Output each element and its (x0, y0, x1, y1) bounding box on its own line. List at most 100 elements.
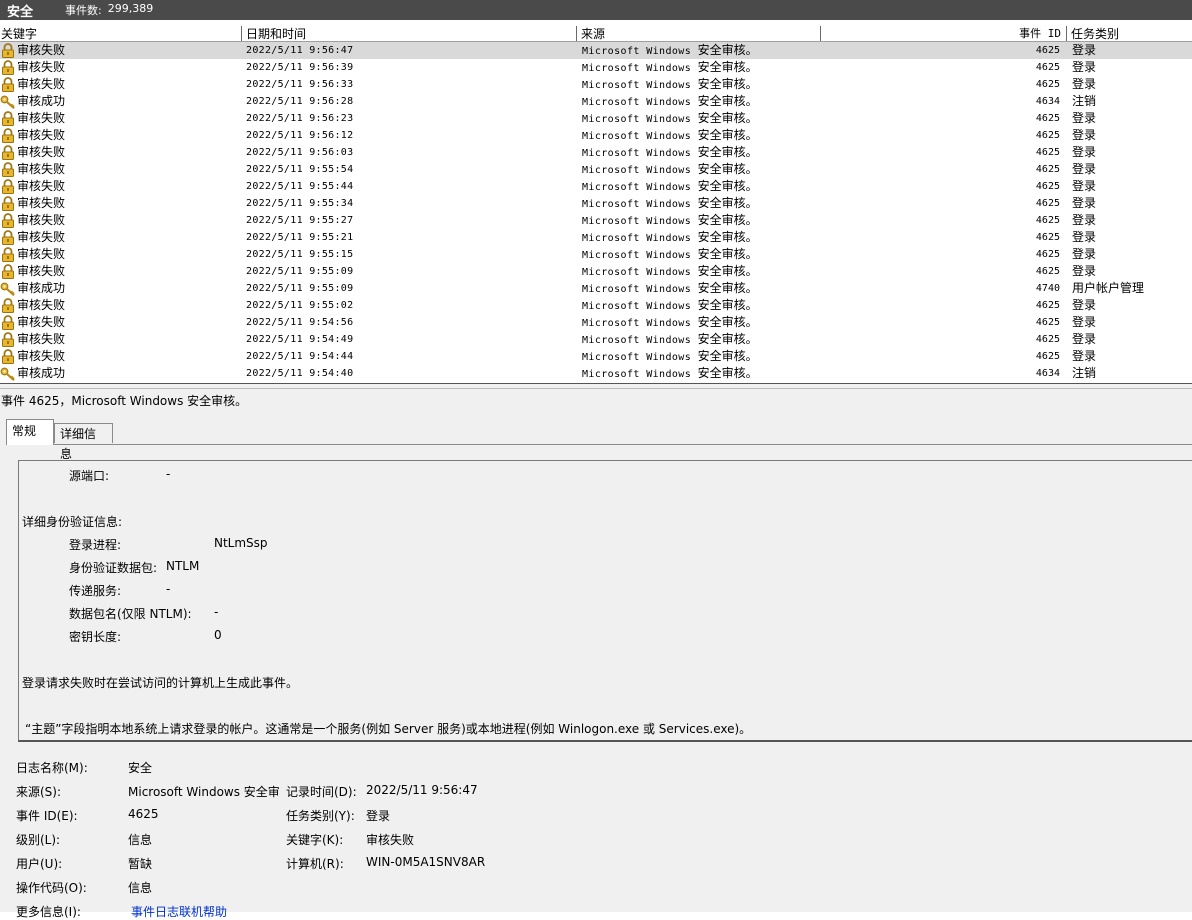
event-row[interactable]: 审核失败 2022/5/11 9:56:39 Microsoft Windows 安… (0, 59, 1192, 76)
event-list-header: 关键字 日期和时间 来源 事件 ID 任务类别 (0, 26, 1192, 42)
source-cell: Microsoft Windows 安全审核。 (582, 297, 822, 314)
auth-package-label: 身份验证数据包: (69, 561, 158, 575)
keyword-text: 审核失败 (17, 349, 66, 363)
datetime-cell: 2022/5/11 9:55:21 (246, 232, 354, 243)
event-id-cell: 4625 (1035, 62, 1060, 73)
source-cn: 安全审核。 (697, 264, 758, 278)
source-port-label: 源端口: (69, 469, 110, 483)
keyword-text: 审核失败 (17, 162, 66, 176)
source-cell: Microsoft Windows 安全审核。 (582, 110, 822, 127)
lock-icon (0, 162, 16, 178)
event-id-cell: 4740 (1035, 283, 1060, 294)
event-row[interactable]: 审核失败 2022/5/11 9:56:23 Microsoft Windows 安… (0, 110, 1192, 127)
event-list[interactable]: 关键字 日期和时间 来源 事件 ID 任务类别 审核失败 2022/5/11 9:… (0, 23, 1192, 383)
event-count-label: 事件数: (65, 4, 102, 17)
lock-icon (0, 77, 16, 93)
datetime-cell: 2022/5/11 9:55:09 (246, 266, 354, 277)
event-row[interactable]: 审核失败 2022/5/11 9:55:54 Microsoft Windows 安… (0, 161, 1192, 178)
category-cell: 登录 (1072, 145, 1097, 159)
event-id-value: 4625 (128, 807, 159, 821)
column-header-datetime[interactable]: 日期和时间 (241, 26, 576, 41)
event-row[interactable]: 审核失败 2022/5/11 9:55:27 Microsoft Windows 安… (0, 212, 1192, 229)
source-cn: 安全审核。 (697, 162, 758, 176)
event-row[interactable]: 审核失败 2022/5/11 9:55:21 Microsoft Windows 安… (0, 229, 1192, 246)
event-row[interactable]: 审核失败 2022/5/11 9:54:44 Microsoft Windows 安… (0, 348, 1192, 365)
column-header-keyword[interactable]: 关键字 (0, 26, 241, 41)
description-paragraph-1: 登录请求失败时在尝试访问的计算机上生成此事件。 (22, 676, 299, 690)
event-row[interactable]: 审核失败 2022/5/11 9:54:49 Microsoft Windows 安… (0, 331, 1192, 348)
event-id-cell: 4625 (1035, 334, 1060, 345)
event-row[interactable]: 审核失败 2022/5/11 9:56:33 Microsoft Windows 安… (0, 76, 1192, 93)
description-paragraph-2: “主题”字段指明本地系统上请求登录的帐户。这通常是一个服务(例如 Server … (25, 722, 752, 736)
log-title-bar: 安全 事件数: 299,389 (0, 0, 1192, 20)
datetime-cell: 2022/5/11 9:56:23 (246, 113, 354, 124)
event-row[interactable]: 审核失败 2022/5/11 9:56:03 Microsoft Windows 安… (0, 144, 1192, 161)
event-id-cell: 4625 (1035, 351, 1060, 362)
keyword-text: 审核失败 (17, 128, 66, 142)
datetime-cell: 2022/5/11 9:56:03 (246, 147, 354, 158)
computer-label: 计算机(R): (286, 857, 344, 871)
datetime-cell: 2022/5/11 9:56:39 (246, 62, 354, 73)
datetime-cell: 2022/5/11 9:55:34 (246, 198, 354, 209)
datetime-cell: 2022/5/11 9:54:44 (246, 351, 354, 362)
lock-icon (0, 111, 16, 127)
tab-details[interactable]: 详细信息 (54, 423, 113, 461)
source-cn: 安全审核。 (697, 43, 758, 57)
event-id-cell: 4625 (1035, 164, 1060, 175)
event-row[interactable]: 审核失败 2022/5/11 9:55:15 Microsoft Windows 安… (0, 246, 1192, 263)
event-row[interactable]: 审核失败 2022/5/11 9:55:09 Microsoft Windows 安… (0, 263, 1192, 280)
event-id-cell: 4625 (1035, 317, 1060, 328)
source-cell: Microsoft Windows 安全审核。 (582, 229, 822, 246)
event-row[interactable]: 审核失败 2022/5/11 9:55:34 Microsoft Windows 安… (0, 195, 1192, 212)
source-cn: 安全审核。 (697, 94, 758, 108)
event-id-cell: 4625 (1035, 45, 1060, 56)
datetime-cell: 2022/5/11 9:55:44 (246, 181, 354, 192)
column-header-category[interactable]: 任务类别 (1066, 26, 1192, 41)
category-cell: 注销 (1072, 366, 1097, 380)
source-cell: Microsoft Windows 安全审核。 (582, 246, 822, 263)
key-icon (0, 94, 16, 110)
column-header-event-id[interactable]: 事件 ID (820, 26, 1066, 41)
source-cn: 安全审核。 (697, 128, 758, 142)
event-row[interactable]: 审核成功 2022/5/11 9:54:40 Microsoft Windows 安… (0, 365, 1192, 382)
source-en: Microsoft Windows (582, 46, 692, 57)
event-row[interactable]: 审核成功 2022/5/11 9:55:09 Microsoft Windows 安… (0, 280, 1192, 297)
keyword-cell: 审核失败 (0, 229, 240, 246)
keyword-cell: 审核失败 (0, 212, 240, 229)
category-cell: 登录 (1072, 43, 1097, 57)
keyword-cell: 审核失败 (0, 110, 240, 127)
source-en: Microsoft Windows (582, 335, 692, 346)
source-cell: Microsoft Windows 安全审核。 (582, 212, 822, 229)
event-row[interactable]: 审核失败 2022/5/11 9:55:02 Microsoft Windows 安… (0, 297, 1192, 314)
lock-icon (0, 315, 16, 331)
transited-services-label: 传递服务: (69, 584, 122, 598)
event-row[interactable]: 审核失败 2022/5/11 9:56:12 Microsoft Windows 安… (0, 127, 1192, 144)
event-id-cell: 4625 (1035, 181, 1060, 192)
lock-icon (0, 298, 16, 314)
event-description[interactable]: 源端口: - 详细身份验证信息: 登录进程: NtLmSsp 身份验证数据包: … (18, 460, 1192, 742)
keyword-text: 审核失败 (17, 247, 66, 261)
lock-icon (0, 60, 16, 76)
logged-value: 2022/5/11 9:56:47 (366, 783, 478, 797)
category-cell: 登录 (1072, 315, 1097, 329)
category-cell: 登录 (1072, 111, 1097, 125)
event-row[interactable]: 审核失败 2022/5/11 9:55:44 Microsoft Windows 安… (0, 178, 1192, 195)
event-row[interactable]: 审核失败 2022/5/11 9:54:56 Microsoft Windows 安… (0, 314, 1192, 331)
event-row[interactable]: 审核失败 2022/5/11 9:56:47 Microsoft Windows 安… (0, 42, 1192, 59)
event-row[interactable]: 审核成功 2022/5/11 9:56:28 Microsoft Windows 安… (0, 93, 1192, 110)
keyword-cell: 审核失败 (0, 195, 240, 212)
source-cell: Microsoft Windows 安全审核。 (582, 59, 822, 76)
category-cell: 登录 (1072, 213, 1097, 227)
keyword-cell: 审核失败 (0, 348, 240, 365)
event-count: 事件数: 299,389 (65, 2, 153, 18)
event-id-cell: 4625 (1035, 147, 1060, 158)
source-cell: Microsoft Windows 安全审核。 (582, 280, 822, 297)
opcode-label: 操作代码(O): (16, 881, 87, 895)
source-cn: 安全审核。 (697, 179, 758, 193)
package-name-label: 数据包名(仅限 NTLM): (69, 607, 192, 621)
lock-icon (0, 264, 16, 280)
source-cell: Microsoft Windows 安全审核。 (582, 76, 822, 93)
keywords-value: 审核失败 (366, 833, 415, 847)
tab-general[interactable]: 常规 (6, 419, 54, 445)
column-header-source[interactable]: 来源 (576, 26, 820, 41)
